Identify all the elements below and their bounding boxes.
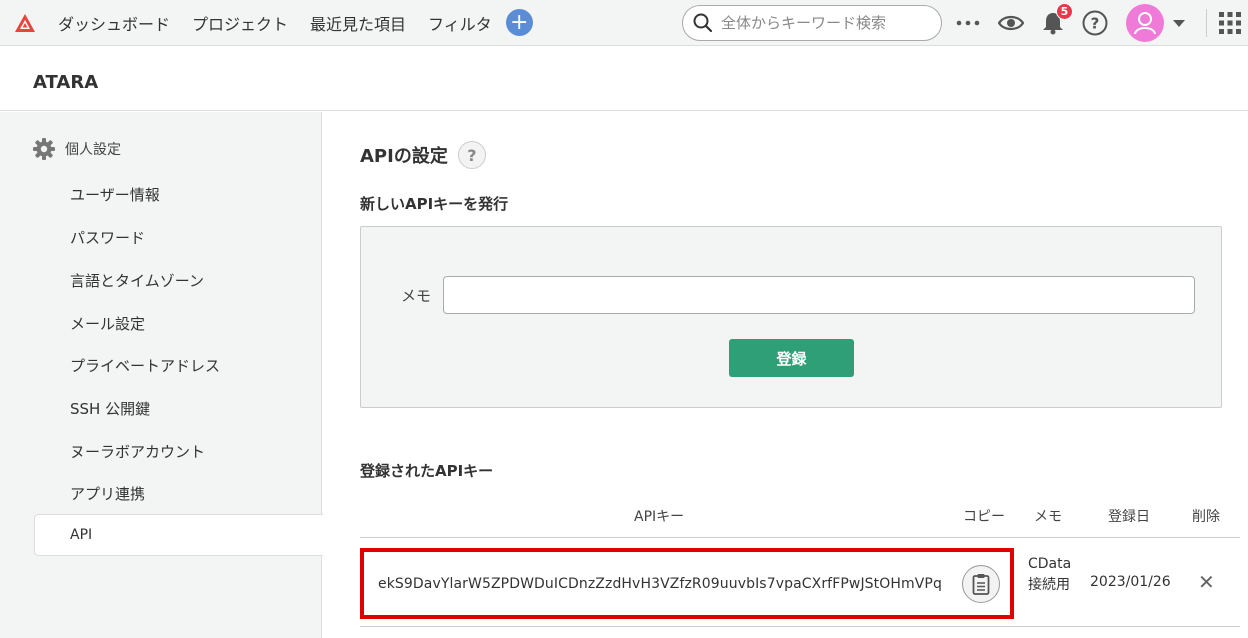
memo-label: メモ: [401, 287, 432, 305]
help-icon[interactable]: ?: [1082, 10, 1108, 36]
api-key-table-header: APIキー コピー メモ 登録日 削除: [360, 498, 1240, 538]
sidebar-item-private-address[interactable]: プライベートアドレス: [70, 355, 220, 376]
sidebar-heading: 個人設定: [33, 138, 121, 160]
apps-grid-icon[interactable]: [1219, 12, 1241, 34]
gear-icon: [33, 138, 55, 160]
memo-cell: CData接続用: [1028, 556, 1072, 593]
plus-icon: +: [510, 9, 529, 35]
table-divider: [360, 626, 1240, 627]
add-button[interactable]: +: [505, 9, 533, 36]
caret-down-icon: [1173, 20, 1185, 27]
user-menu[interactable]: [1126, 4, 1186, 42]
sidebar-item-user-info[interactable]: ユーザー情報: [70, 184, 160, 205]
page-title: APIの設定: [360, 146, 448, 167]
user-icon: [1134, 12, 1156, 35]
top-navbar: ダッシュボード プロジェクト 最近見た項目 フィルタ + 5 ?: [0, 0, 1248, 46]
global-search[interactable]: [682, 5, 942, 41]
sidebar-item-password[interactable]: パスワード: [70, 227, 145, 248]
sidebar-item-language-timezone[interactable]: 言語とタイムゾーン: [70, 270, 204, 291]
registered-api-keys-heading: 登録されたAPIキー: [360, 462, 494, 480]
svg-text:?: ?: [1091, 15, 1100, 33]
new-api-key-heading: 新しいAPIキーを発行: [360, 195, 509, 213]
bell-icon[interactable]: 5: [1042, 3, 1073, 35]
delete-icon[interactable]: ✕: [1198, 572, 1215, 592]
sidebar-item-ssh-key[interactable]: SSH 公開鍵: [70, 398, 150, 419]
nav-recent-items[interactable]: 最近見た項目: [310, 11, 406, 35]
api-key-value[interactable]: ekS9DavYlarW5ZPDWDuICDnzZzdHvH3VZfzR09uu…: [378, 576, 942, 592]
settings-sidebar: 個人設定 ユーザー情報 パスワード 言語とタイムゾーン メール設定 プライベート…: [0, 112, 323, 638]
api-key-highlight: ekS9DavYlarW5ZPDWDuICDnzZzdHvH3VZfzR09uu…: [360, 548, 1014, 619]
sidebar-heading-label: 個人設定: [65, 142, 121, 158]
nav-filter[interactable]: フィルタ: [428, 11, 492, 35]
register-button[interactable]: 登録: [729, 339, 854, 377]
page-title-row: APIの設定 ?: [360, 141, 486, 169]
search-input[interactable]: [721, 14, 921, 32]
notification-badge: 5: [1056, 3, 1073, 20]
col-delete: 削除: [1192, 509, 1220, 525]
nav-dashboard[interactable]: ダッシュボード: [58, 11, 170, 35]
copy-button[interactable]: [962, 565, 1000, 603]
col-memo: メモ: [1034, 509, 1062, 525]
logo-icon[interactable]: [14, 12, 36, 34]
divider: [1206, 9, 1207, 37]
more-icon[interactable]: [956, 20, 980, 26]
search-icon: [693, 13, 713, 33]
clipboard-icon: [972, 574, 990, 595]
eye-icon[interactable]: [998, 14, 1024, 32]
avatar: [1126, 4, 1164, 42]
memo-input[interactable]: [443, 276, 1195, 314]
sidebar-item-app-integration[interactable]: アプリ連携: [70, 483, 145, 504]
col-api-key: APIキー: [634, 509, 685, 525]
table-row: ekS9DavYlarW5ZPDWDuICDnzZzdHvH3VZfzR09uu…: [360, 548, 1240, 620]
date-cell: 2023/01/26: [1090, 574, 1171, 590]
nav-projects[interactable]: プロジェクト: [192, 11, 288, 35]
sidebar-item-nulab-account[interactable]: ヌーラボアカウント: [70, 441, 205, 462]
new-api-key-form: メモ 登録: [360, 226, 1222, 408]
col-date: 登録日: [1108, 509, 1150, 525]
project-name[interactable]: ATARA: [33, 72, 98, 93]
project-header: ATARA: [0, 54, 1248, 111]
help-icon[interactable]: ?: [457, 141, 486, 169]
sidebar-item-mail-settings[interactable]: メール設定: [70, 313, 145, 334]
col-copy: コピー: [963, 509, 1005, 525]
sidebar-item-api[interactable]: API: [34, 514, 323, 556]
